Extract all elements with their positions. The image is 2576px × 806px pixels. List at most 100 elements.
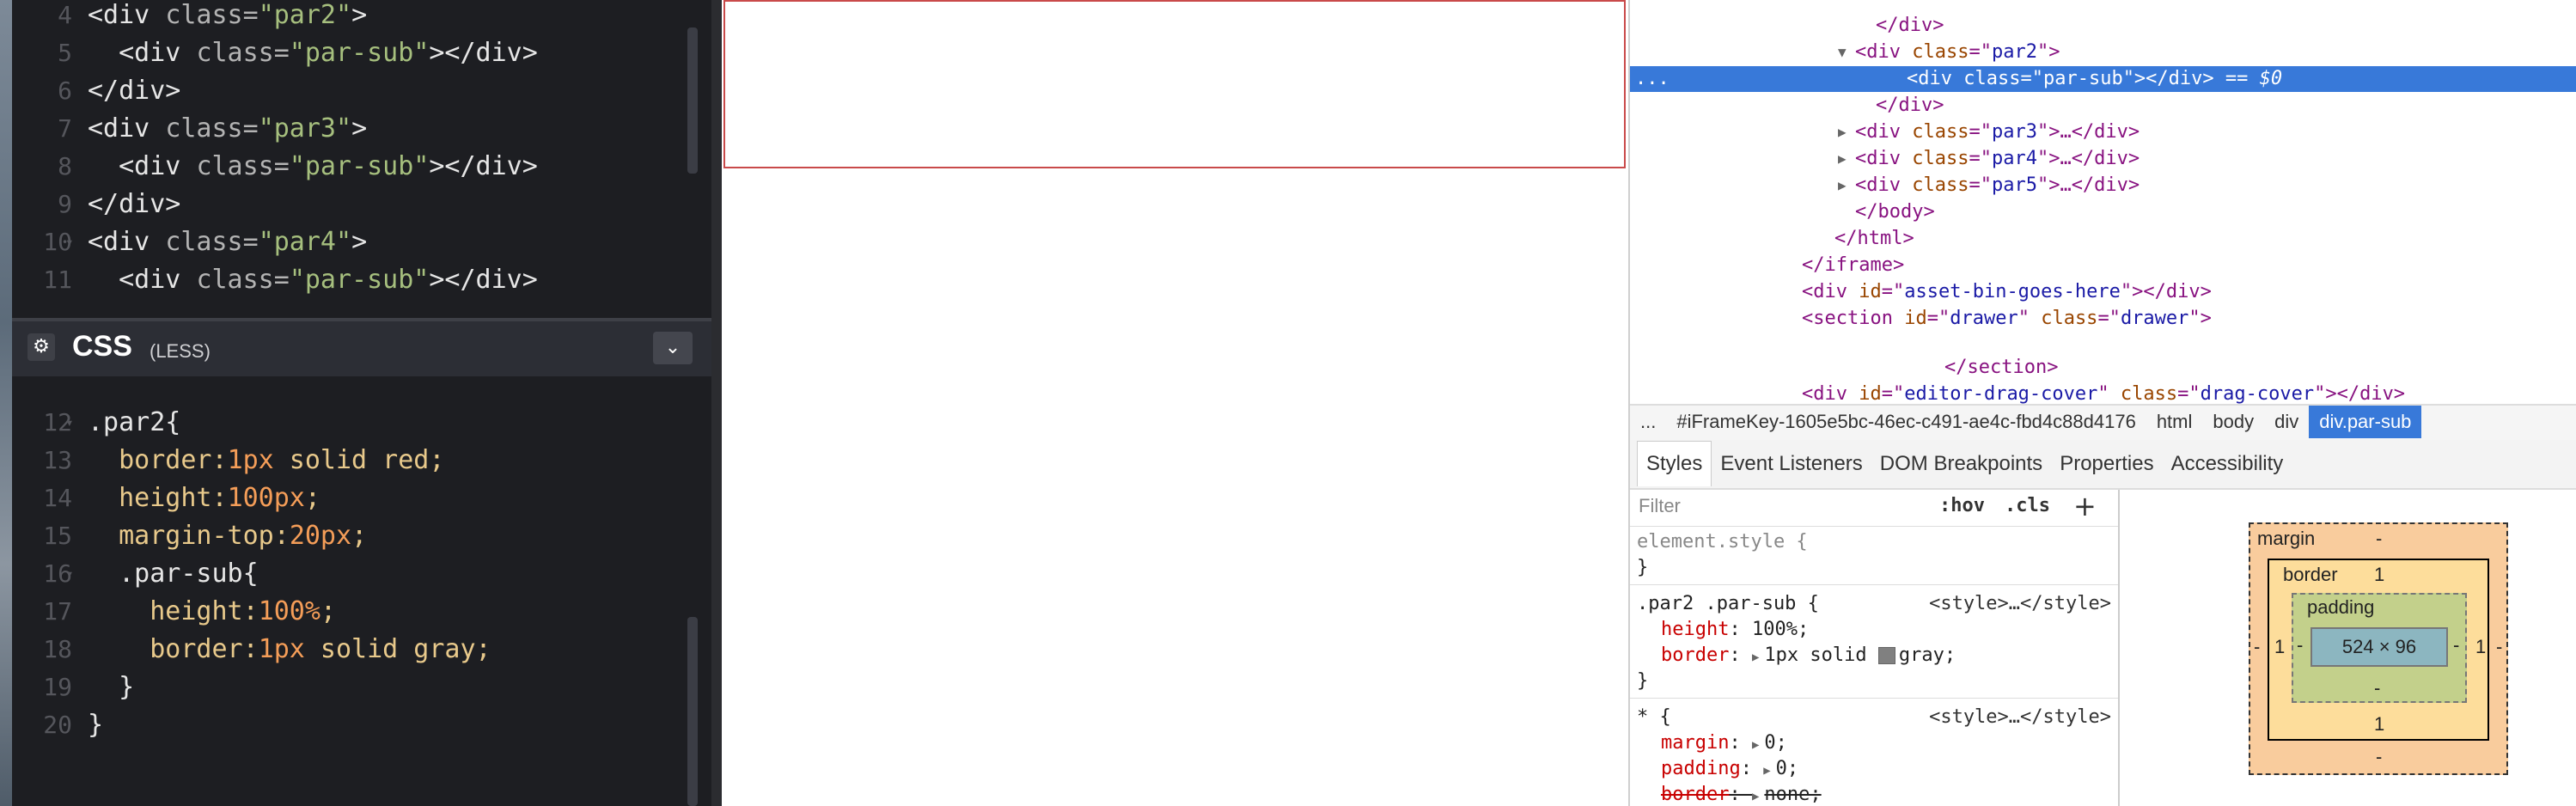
line-number: 4 [58,1,72,29]
line-number: 8 [58,152,72,180]
code-text: </div> [88,72,180,110]
expand-arrow-icon[interactable]: ▶ [1763,764,1770,778]
tab-properties[interactable]: Properties [2051,440,2162,488]
expand-arrow-icon[interactable]: ▶ [1752,790,1759,803]
line-number: 13 [43,446,72,474]
property-value: 0; [1764,732,1787,754]
dom-node[interactable]: <section id="drawer" class="drawer"> [1630,306,2576,332]
rule-selector[interactable]: element.style { [1637,529,1808,555]
rule-selector[interactable]: .par2 .par-sub { [1637,591,1819,617]
markup-token: ">…</div> [2036,121,2140,143]
markup-token: class [1912,148,1969,169]
code-text: .par2{ [88,404,180,442]
style-property[interactable]: margin: ▶ 0; [1661,730,1787,756]
line-number: 14 [43,484,72,512]
collapsed-arrow-icon[interactable]: ▶ [1838,173,1847,198]
dom-node[interactable]: </section> [1630,355,2576,381]
code-token: class= [165,0,259,30]
code-token: > [351,113,368,143]
dom-node[interactable]: </div> [1630,93,2576,119]
markup-token: == $0 [2213,68,2283,89]
dom-node[interactable]: ▶ <div class="par5">…</div> [1630,173,2576,198]
margin-label: margin [2257,528,2316,549]
color-swatch[interactable] [1877,647,1895,664]
box-model-content[interactable]: 524 × 96 [2310,627,2448,667]
expand-arrow-icon[interactable]: ▶ [1752,650,1759,664]
fold-arrow-icon[interactable]: ▾ [65,555,74,593]
breadcrumb-item[interactable]: body [2202,406,2264,438]
breadcrumb: ... #iFrameKey-1605e5bc-46ec-c491-ae4c-fb… [1630,404,2576,442]
filter-input[interactable]: Filter [1639,495,1681,517]
margin-left-value: - [2254,636,2261,657]
code-line: 8 <div class="par-sub"></div> [12,148,711,186]
box-model-border[interactable]: border 1 1 1 1 padding - - - 524 × 96 [2268,559,2489,741]
style-property[interactable]: border: ▶ none; [1661,782,1822,806]
markup-token: editor-drag-cover [1904,383,2098,404]
code-token: <div [88,227,166,257]
tab-dom-breakpoints[interactable]: DOM Breakpoints [1871,440,2051,488]
dom-node[interactable]: ▶ <div class="par3">…</div> [1630,119,2576,145]
code-text: } [88,706,103,744]
dom-node[interactable]: <div id="asset-bin-goes-here"></div> [1630,279,2576,305]
filter-row: Filter :hov .cls + [1630,490,2118,527]
fold-arrow-icon[interactable]: ▾ [65,223,74,261]
new-rule-plus-icon[interactable]: + [2073,490,2097,522]
fold-arrow-icon[interactable]: ▾ [65,404,74,442]
dom-node[interactable]: </iframe> [1630,253,2576,278]
style-property[interactable]: padding: ▶ 0; [1661,756,1798,782]
dom-tree[interactable]: </div> ▼ <div class="par2">... <div class="… [1630,0,2576,404]
tab-event-listeners[interactable]: Event Listeners [1712,440,1871,488]
breadcrumb-item[interactable]: ... [1630,406,1666,438]
property-colon: : [1740,758,1764,779]
more-options-icon[interactable]: ... [1635,66,1670,92]
dom-node[interactable]: </div> [1630,13,2576,39]
code-editor-panel: 4 <div class="par2"> 5 <div class="par-sub… [0,0,711,806]
dom-node[interactable]: ▼ <div class="par2"> [1630,40,2576,65]
css-editor-scrollbar[interactable] [687,617,698,806]
chevron-down-icon[interactable]: ⌄ [653,332,693,364]
rule-source-link[interactable]: <style>…</style> [1929,705,2111,730]
dom-node[interactable]: ... <div class="par-sub"></div> == $0 [1630,66,2576,92]
cls-toggle[interactable]: .cls [2005,495,2050,516]
html-editor[interactable]: 4 <div class="par2"> 5 <div class="par-sub… [12,0,711,313]
html-editor-scrollbar[interactable] [687,27,698,174]
markup-token: </div> [1876,95,1944,116]
markup-token: =" [1969,121,1992,143]
dom-node[interactable]: </html> [1630,226,2576,252]
breadcrumb-item[interactable]: div.par-sub [2309,406,2422,438]
box-model-margin[interactable]: margin - - - - border 1 1 1 1 padding - … [2249,522,2508,775]
rule-selector[interactable]: * { [1637,705,1671,730]
markup-token: <div [1802,281,1859,302]
dom-node[interactable]: </body> [1630,199,2576,225]
code-token: ; [304,483,320,513]
dom-node[interactable]: <div id="editor-drag-cover" class="drag-… [1630,382,2576,404]
hov-toggle[interactable]: :hov [1939,495,1985,516]
gear-icon[interactable]: ⚙ [27,333,55,361]
code-token: class= [196,151,290,181]
code-line: 14 height:100px; [12,479,711,517]
style-property[interactable]: border: ▶ 1px solid gray; [1661,643,1956,669]
breadcrumb-item[interactable]: #iFrameKey-1605e5bc-46ec-c491-ae4c-fbd4c… [1666,406,2146,438]
styles-pane: Filter :hov .cls + element.style {} .par2… [1630,490,2120,806]
tab-styles[interactable]: Styles [1637,441,1712,486]
css-editor[interactable]: 12 ▾ .par2{13 border:1px solid red; 14 heig… [12,378,711,806]
tab-accessibility[interactable]: Accessibility [2163,440,2292,488]
collapsed-arrow-icon[interactable]: ▶ [1838,146,1847,172]
breadcrumb-item[interactable]: html [2146,406,2203,438]
markup-token: "></div> [2122,68,2214,89]
box-model-padding[interactable]: padding - - - 524 × 96 [2292,593,2467,703]
code-token: 1px [258,634,305,664]
expanded-arrow-icon[interactable]: ▼ [1838,40,1847,65]
rule-source-link[interactable]: <style>…</style> [1929,591,2111,617]
markup-token: =" [1881,383,1905,404]
dom-node-markup: </section> [1944,355,2058,381]
collapsed-arrow-icon[interactable]: ▶ [1838,119,1847,145]
code-line: 18 border:1px solid gray; [12,631,711,669]
breadcrumb-item[interactable]: div [2264,406,2309,438]
markup-token: "> [2188,308,2212,329]
markup-token: drag-cover [2200,383,2315,404]
code-line: 17 height:100%; [12,593,711,631]
style-property[interactable]: height: 100%; [1661,617,1809,643]
expand-arrow-icon[interactable]: ▶ [1752,738,1759,752]
dom-node[interactable]: ▶ <div class="par4">…</div> [1630,146,2576,172]
